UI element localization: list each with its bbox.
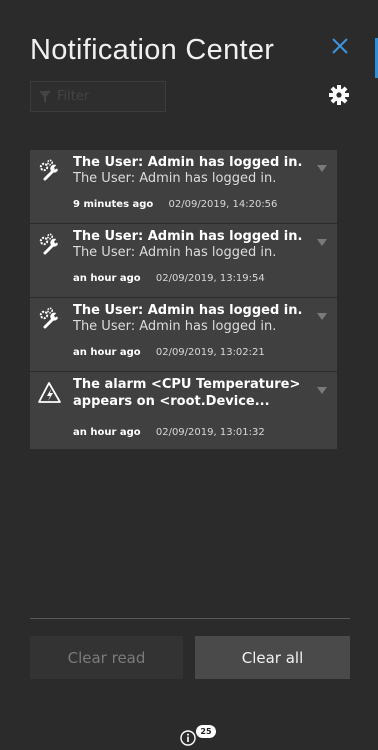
notification-title: The User: Admin has logged in. [73, 229, 303, 244]
chevron-down-icon [317, 313, 327, 320]
notification-item[interactable]: The User: Admin has logged in. The User:… [30, 224, 337, 298]
divider [30, 618, 350, 619]
expand-button[interactable] [317, 380, 327, 394]
alarm-warning-icon [37, 380, 63, 406]
info-button[interactable] [180, 730, 196, 746]
notification-time: 9 minutes ago 02/09/2019, 14:20:56 [73, 199, 277, 210]
gear-icon [329, 85, 349, 105]
notification-time: an hour ago 02/09/2019, 13:19:54 [73, 273, 265, 284]
notification-title: The User: Admin has logged in. [73, 155, 303, 170]
time-ago: an hour ago [73, 273, 141, 284]
timestamp: 02/09/2019, 13:01:32 [155, 427, 265, 438]
expand-button[interactable] [317, 232, 327, 246]
funnel-icon [39, 90, 51, 103]
wrench-gears-icon [37, 232, 63, 258]
notification-item[interactable]: The User: Admin has logged in. The User:… [30, 298, 337, 372]
header: Notification Center [30, 28, 352, 78]
notification-title: The alarm <CPU Temperature> appears on <… [73, 377, 301, 409]
time-ago: an hour ago [73, 347, 141, 358]
time-ago: an hour ago [73, 427, 141, 438]
chevron-down-icon [317, 387, 327, 394]
notification-item[interactable]: The alarm <CPU Temperature> appears on <… [30, 372, 337, 450]
close-button[interactable] [328, 34, 352, 58]
timestamp: 02/09/2019, 13:19:54 [155, 273, 265, 284]
expand-button[interactable] [317, 158, 327, 172]
timestamp: 02/09/2019, 13:02:21 [155, 347, 265, 358]
info-icon [180, 730, 196, 746]
notification-message: The User: Admin has logged in. [73, 245, 277, 260]
notification-time: an hour ago 02/09/2019, 13:01:32 [73, 427, 265, 438]
page-title: Notification Center [30, 34, 275, 66]
chevron-down-icon [317, 239, 327, 246]
notification-list: The User: Admin has logged in. The User:… [30, 150, 337, 450]
clear-all-button[interactable]: Clear all [195, 636, 350, 679]
wrench-gears-icon [37, 306, 63, 332]
time-ago: 9 minutes ago [73, 199, 154, 210]
expand-button[interactable] [317, 306, 327, 320]
footer: 25 [180, 725, 220, 747]
timestamp: 02/09/2019, 14:20:56 [168, 199, 278, 210]
close-icon [332, 38, 348, 54]
settings-button[interactable] [328, 84, 350, 106]
clear-read-button[interactable]: Clear read [30, 636, 183, 679]
filter-input[interactable] [55, 88, 159, 105]
notification-time: an hour ago 02/09/2019, 13:02:21 [73, 347, 265, 358]
filter-field[interactable] [30, 81, 166, 112]
notification-count-badge: 25 [196, 725, 216, 738]
chevron-down-icon [317, 165, 327, 172]
notification-title: The User: Admin has logged in. [73, 303, 303, 318]
notification-message: The User: Admin has logged in. [73, 319, 277, 334]
notification-message: The User: Admin has logged in. [73, 171, 277, 186]
notification-item[interactable]: The User: Admin has logged in. The User:… [30, 150, 337, 224]
wrench-gears-icon [37, 158, 63, 184]
